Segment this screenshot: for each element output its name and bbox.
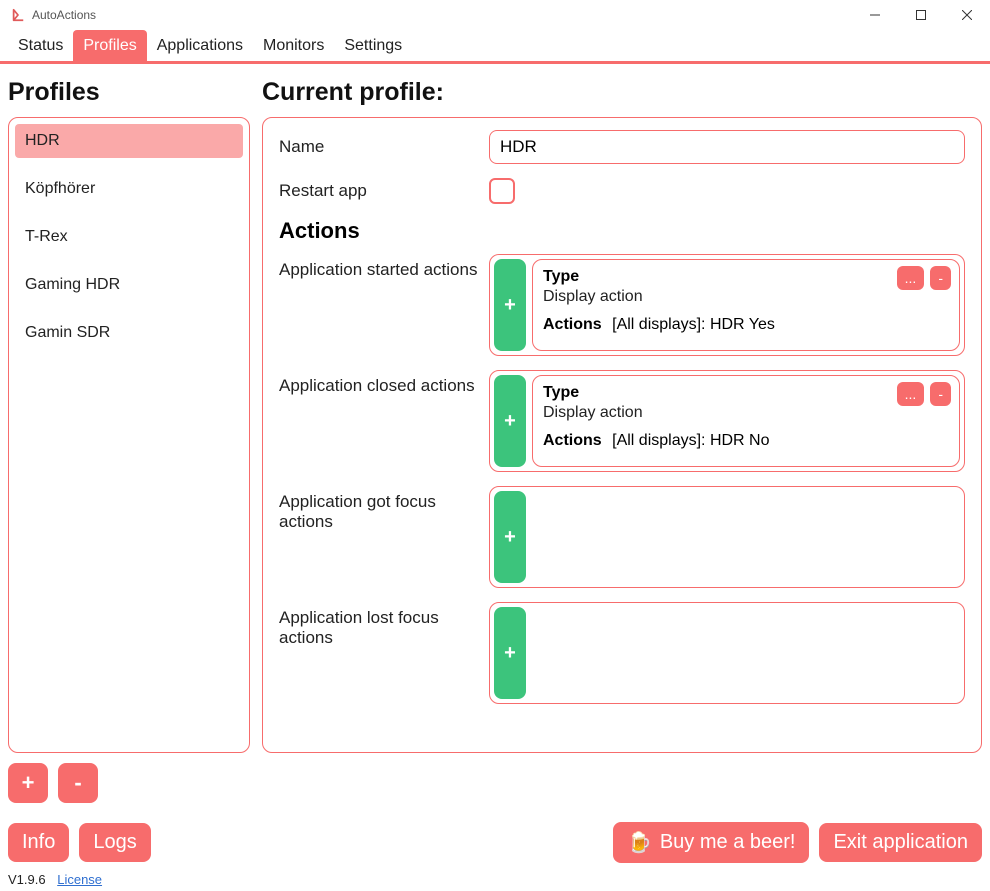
profile-item[interactable]: Köpfhörer: [15, 172, 243, 206]
edit-action-button[interactable]: ...: [897, 382, 925, 406]
remove-action-button[interactable]: -: [930, 266, 951, 290]
name-label: Name: [279, 137, 489, 157]
action-type-value: Display action: [543, 288, 949, 306]
action-group-label: Application started actions: [279, 254, 489, 280]
action-group-box: + ... - Type Display action Actions [All…: [489, 370, 965, 472]
profiles-panel: HDR Köpfhörer T-Rex Gaming HDR Gamin SDR: [8, 117, 250, 753]
actions-heading: Actions: [279, 218, 965, 244]
restart-checkbox[interactable]: [489, 178, 515, 204]
info-button[interactable]: Info: [8, 823, 69, 862]
add-action-button[interactable]: +: [494, 375, 526, 467]
titlebar: AutoActions: [0, 0, 990, 30]
action-group-box: +: [489, 486, 965, 588]
tab-settings[interactable]: Settings: [334, 30, 412, 61]
tab-applications[interactable]: Applications: [147, 30, 253, 61]
tab-status[interactable]: Status: [8, 30, 73, 61]
action-type-label: Type: [543, 384, 949, 402]
logs-button[interactable]: Logs: [79, 823, 150, 862]
current-profile-panel: Name Restart app Actions Application sta…: [262, 117, 982, 753]
profile-item[interactable]: Gaming HDR: [15, 268, 243, 302]
exit-button[interactable]: Exit application: [819, 823, 982, 862]
action-group-label: Application got focus actions: [279, 486, 489, 532]
action-type-value: Display action: [543, 404, 949, 422]
menubar: Status Profiles Applications Monitors Se…: [0, 30, 990, 64]
statusbar: V1.9.6 License: [8, 872, 102, 887]
current-profile-heading: Current profile:: [262, 78, 982, 107]
profile-item[interactable]: Gamin SDR: [15, 316, 243, 350]
action-details: Actions [All displays]: HDR No: [543, 432, 949, 450]
close-button[interactable]: [944, 0, 990, 30]
action-details-label: Actions: [543, 432, 602, 449]
action-group-label: Application lost focus actions: [279, 602, 489, 648]
minimize-button[interactable]: [852, 0, 898, 30]
app-title: AutoActions: [32, 8, 96, 22]
action-details-value: [All displays]: HDR Yes: [612, 316, 775, 333]
window-controls: [852, 0, 990, 30]
profile-item[interactable]: HDR: [15, 124, 243, 158]
app-logo-icon: [10, 7, 26, 23]
action-group-box: + ... - Type Display action Actions [All…: [489, 254, 965, 356]
add-action-button[interactable]: +: [494, 607, 526, 699]
add-action-button[interactable]: +: [494, 259, 526, 351]
remove-action-button[interactable]: -: [930, 382, 951, 406]
action-type-label: Type: [543, 268, 949, 286]
profile-name-input[interactable]: [489, 130, 965, 164]
remove-profile-button[interactable]: -: [58, 763, 98, 803]
edit-action-button[interactable]: ...: [897, 266, 925, 290]
add-profile-button[interactable]: +: [8, 763, 48, 803]
action-group-box: +: [489, 602, 965, 704]
action-details-value: [All displays]: HDR No: [612, 432, 769, 449]
version-label: V1.9.6: [8, 872, 46, 887]
beer-icon: 🍺: [627, 830, 652, 855]
profiles-heading: Profiles: [8, 78, 250, 107]
add-action-button[interactable]: +: [494, 491, 526, 583]
action-card: ... - Type Display action Actions [All d…: [532, 259, 960, 351]
action-details-label: Actions: [543, 316, 602, 333]
tab-profiles[interactable]: Profiles: [73, 30, 146, 61]
action-details: Actions [All displays]: HDR Yes: [543, 316, 949, 334]
restart-label: Restart app: [279, 181, 489, 201]
action-group-label: Application closed actions: [279, 370, 489, 396]
action-card: ... - Type Display action Actions [All d…: [532, 375, 960, 467]
buy-beer-label: Buy me a beer!: [660, 831, 796, 854]
buy-beer-button[interactable]: 🍺 Buy me a beer!: [613, 822, 810, 863]
license-link[interactable]: License: [57, 872, 102, 887]
profile-item[interactable]: T-Rex: [15, 220, 243, 254]
maximize-button[interactable]: [898, 0, 944, 30]
tab-monitors[interactable]: Monitors: [253, 30, 334, 61]
